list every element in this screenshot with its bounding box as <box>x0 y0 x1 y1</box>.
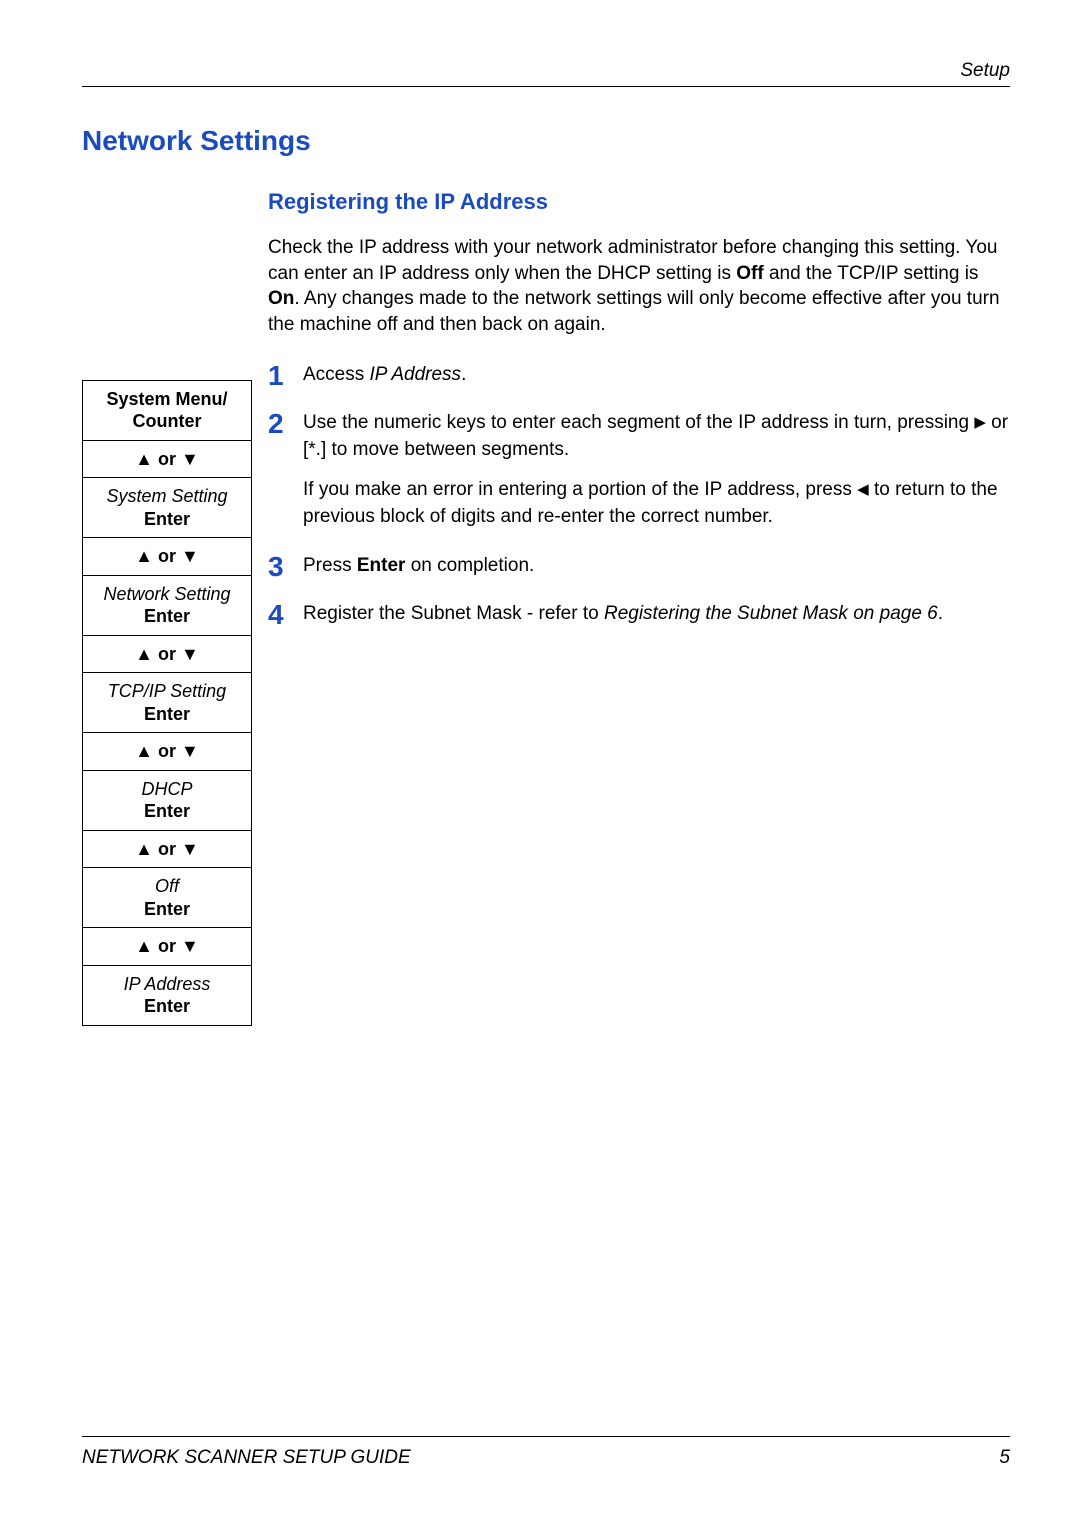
menu-updown: ▲ or ▼ <box>83 928 251 966</box>
intro-text-e: . Any changes made to the network settin… <box>268 288 1000 335</box>
step-3: 3 Press Enter on completion. <box>268 553 1010 580</box>
step-3-text-c: on completion. <box>405 555 534 576</box>
menu-updown: ▲ or ▼ <box>83 538 251 576</box>
triangle-right-icon: ▶ <box>974 412 986 433</box>
step-3-enter: Enter <box>357 555 406 576</box>
menu-ip-address: IP Address Enter <box>83 966 251 1025</box>
menu-system-setting: System Setting Enter <box>83 478 251 538</box>
intro-text-c: and the TCP/IP setting is <box>764 263 979 284</box>
menu-dhcp: DHCP Enter <box>83 771 251 831</box>
menu-ip-label: IP Address <box>124 974 211 994</box>
page-header: Setup <box>82 60 1010 87</box>
header-section-label: Setup <box>960 60 1010 81</box>
menu-net-enter: Enter <box>144 606 190 626</box>
menu-updown: ▲ or ▼ <box>83 441 251 479</box>
footer-title: NETWORK SCANNER SETUP GUIDE <box>82 1447 411 1468</box>
step-1: 1 Access IP Address. <box>268 362 1010 389</box>
menu-off-enter: Enter <box>144 899 190 919</box>
menu-path-box: System Menu/ Counter ▲ or ▼ System Setti… <box>82 380 252 1026</box>
footer-page-number: 5 <box>999 1447 1010 1469</box>
step-1-text-a: Access <box>303 364 370 385</box>
intro-on: On <box>268 288 294 309</box>
menu-network-setting: Network Setting Enter <box>83 576 251 636</box>
menu-updown: ▲ or ▼ <box>83 733 251 771</box>
step-2-sub: If you make an error in entering a porti… <box>303 477 1010 530</box>
step-1-ip: IP Address <box>370 364 462 385</box>
step-4: 4 Register the Subnet Mask - refer to Re… <box>268 601 1010 628</box>
menu-root-line2: Counter <box>133 411 202 431</box>
step-1-text-c: . <box>461 364 466 385</box>
menu-net-label: Network Setting <box>103 584 230 604</box>
step-2-sub-a: If you make an error in entering a porti… <box>303 479 857 500</box>
menu-tcp-enter: Enter <box>144 704 190 724</box>
menu-root-line1: System Menu/ <box>106 389 227 409</box>
menu-off: Off Enter <box>83 868 251 928</box>
intro-off: Off <box>736 263 763 284</box>
menu-dhcp-enter: Enter <box>144 801 190 821</box>
menu-root: System Menu/ Counter <box>83 381 251 441</box>
page-title: Network Settings <box>82 125 1010 157</box>
section-subtitle: Registering the IP Address <box>268 189 1010 215</box>
menu-off-label: Off <box>155 876 179 896</box>
step-3-text-a: Press <box>303 555 357 576</box>
step-3-number: 3 <box>268 547 284 586</box>
step-2-number: 2 <box>268 404 284 443</box>
step-4-ref: Registering the Subnet Mask on page 6 <box>604 603 938 624</box>
menu-sys-enter: Enter <box>144 509 190 529</box>
menu-ip-enter: Enter <box>144 996 190 1016</box>
menu-updown: ▲ or ▼ <box>83 636 251 674</box>
menu-dhcp-label: DHCP <box>141 779 192 799</box>
step-2: 2 Use the numeric keys to enter each seg… <box>268 410 1010 530</box>
intro-paragraph: Check the IP address with your network a… <box>268 235 1010 338</box>
step-4-number: 4 <box>268 595 284 634</box>
menu-sys-label: System Setting <box>106 486 227 506</box>
menu-tcpip-setting: TCP/IP Setting Enter <box>83 673 251 733</box>
menu-tcp-label: TCP/IP Setting <box>108 681 226 701</box>
step-4-text-a: Register the Subnet Mask - refer to <box>303 603 604 624</box>
step-1-number: 1 <box>268 356 284 395</box>
page-footer: NETWORK SCANNER SETUP GUIDE 5 <box>82 1436 1010 1469</box>
step-4-text-c: . <box>938 603 943 624</box>
steps-list: 1 Access IP Address. 2 Use the numeric k… <box>268 362 1010 628</box>
menu-updown: ▲ or ▼ <box>83 831 251 869</box>
triangle-left-icon: ◀ <box>857 479 869 500</box>
step-2-text-a: Use the numeric keys to enter each segme… <box>303 412 974 433</box>
